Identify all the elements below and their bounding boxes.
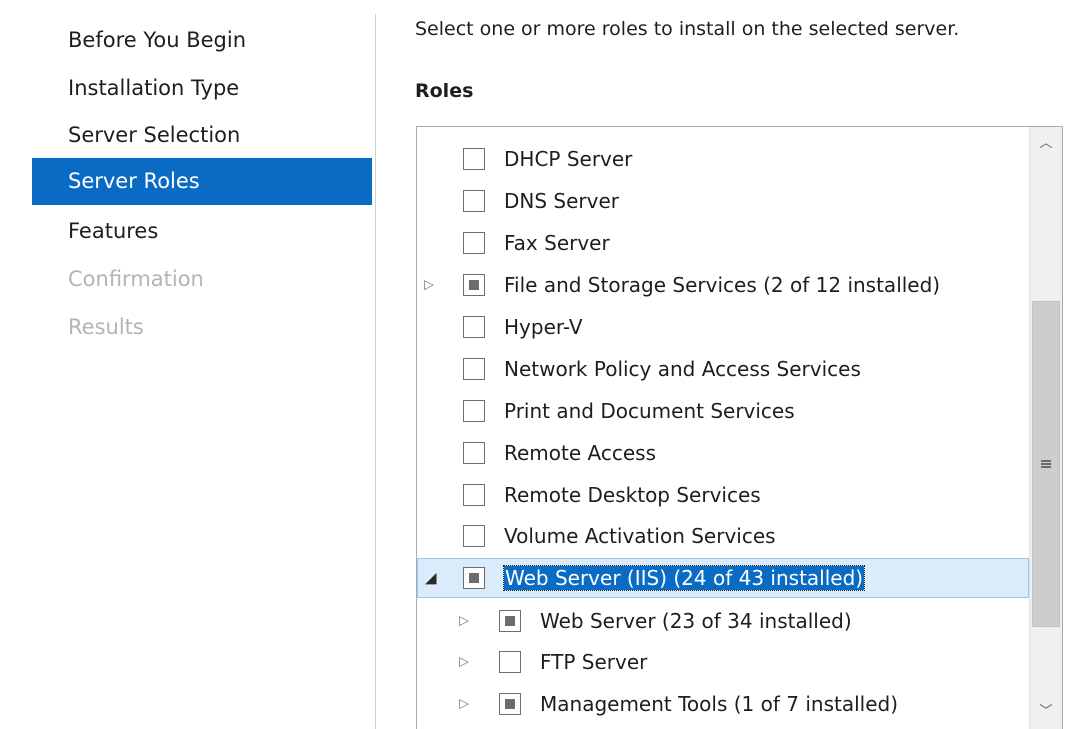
dhcp-server-checkbox[interactable] xyxy=(463,148,485,170)
role-item-web-server-iis[interactable]: ◢ Web Server (IIS) (24 of 43 installed) xyxy=(417,558,1029,598)
role-item-remote-desktop-services[interactable]: Remote Desktop Services xyxy=(417,475,1029,515)
role-item-ftp-server[interactable]: ▷ FTP Server xyxy=(417,642,1029,682)
role-item-remote-access[interactable]: Remote Access xyxy=(417,433,1029,473)
expand-arrow-icon[interactable]: ▷ xyxy=(459,615,469,628)
fax-server-checkbox[interactable] xyxy=(463,232,485,254)
grip-icon xyxy=(1041,460,1051,468)
role-label: File and Storage Services (2 of 12 insta… xyxy=(504,273,941,297)
role-label: Print and Document Services xyxy=(504,399,795,423)
file-and-storage-services-checkbox[interactable] xyxy=(463,274,485,296)
scroll-up-icon[interactable]: ︿ xyxy=(1030,127,1062,161)
expand-arrow-icon[interactable]: ▷ xyxy=(459,698,469,711)
role-item-hyper-v[interactable]: Hyper-V xyxy=(417,307,1029,347)
collapse-arrow-icon[interactable]: ◢ xyxy=(425,570,437,586)
network-policy-checkbox[interactable] xyxy=(463,358,485,380)
role-label: DNS Server xyxy=(504,189,619,213)
nav-item-results: Results xyxy=(68,315,144,339)
roles-heading: Roles xyxy=(415,80,474,102)
volume-activation-services-checkbox[interactable] xyxy=(463,525,485,547)
role-label: Management Tools (1 of 7 installed) xyxy=(540,692,898,716)
expand-arrow-icon[interactable]: ▷ xyxy=(424,279,434,292)
scroll-down-icon[interactable]: ﹀ xyxy=(1030,695,1062,729)
role-item-fax-server[interactable]: Fax Server xyxy=(417,223,1029,263)
roles-list-scrollbar[interactable]: ︿ ﹀ xyxy=(1029,127,1062,729)
role-item-web-server[interactable]: ▷ Web Server (23 of 34 installed) xyxy=(417,601,1029,641)
role-label: Web Server (IIS) (24 of 43 installed) xyxy=(502,565,866,591)
management-tools-checkbox[interactable] xyxy=(499,693,521,715)
hyper-v-checkbox[interactable] xyxy=(463,316,485,338)
role-label: DHCP Server xyxy=(504,147,633,171)
role-label: Remote Desktop Services xyxy=(504,483,761,507)
role-label: Volume Activation Services xyxy=(504,524,776,548)
scrollbar-thumb[interactable] xyxy=(1032,301,1060,627)
role-item-dhcp-server[interactable]: DHCP Server xyxy=(417,139,1029,179)
remote-desktop-services-checkbox[interactable] xyxy=(463,484,485,506)
nav-item-server-roles[interactable]: Server Roles xyxy=(32,158,372,205)
role-item-network-policy-and-access-services[interactable]: Network Policy and Access Services xyxy=(417,349,1029,389)
role-item-dns-server[interactable]: DNS Server xyxy=(417,181,1029,221)
role-label: FTP Server xyxy=(540,650,648,674)
roles-list[interactable]: DHCP Server DNS Server Fax Server ▷ File… xyxy=(416,126,1063,729)
wizard-nav: Before You Begin Installation Type Serve… xyxy=(0,0,375,729)
role-label: Web Server (23 of 34 installed) xyxy=(540,609,852,633)
web-server-checkbox[interactable] xyxy=(499,610,521,632)
nav-item-installation-type[interactable]: Installation Type xyxy=(32,65,372,112)
ftp-server-checkbox[interactable] xyxy=(499,651,521,673)
web-server-iis-checkbox[interactable] xyxy=(463,567,485,589)
remote-access-checkbox[interactable] xyxy=(463,442,485,464)
nav-divider xyxy=(375,14,376,729)
print-and-document-services-checkbox[interactable] xyxy=(463,400,485,422)
dns-server-checkbox[interactable] xyxy=(463,190,485,212)
expand-arrow-icon[interactable]: ▷ xyxy=(459,656,469,669)
role-label: Remote Access xyxy=(504,441,656,465)
role-item-file-and-storage-services[interactable]: ▷ File and Storage Services (2 of 12 ins… xyxy=(417,265,1029,305)
nav-item-features[interactable]: Features xyxy=(32,208,372,255)
role-item-management-tools[interactable]: ▷ Management Tools (1 of 7 installed) xyxy=(417,684,1029,724)
role-item-print-and-document-services[interactable]: Print and Document Services xyxy=(417,391,1029,431)
role-label: Hyper-V xyxy=(504,315,583,339)
nav-item-server-selection[interactable]: Server Selection xyxy=(32,112,372,159)
instruction-text: Select one or more roles to install on t… xyxy=(415,18,960,40)
role-label: Fax Server xyxy=(504,231,610,255)
nav-item-confirmation: Confirmation xyxy=(68,267,204,291)
role-label: Network Policy and Access Services xyxy=(504,357,861,381)
role-item-volume-activation-services[interactable]: Volume Activation Services xyxy=(417,516,1029,556)
nav-item-before-you-begin[interactable]: Before You Begin xyxy=(32,17,372,64)
